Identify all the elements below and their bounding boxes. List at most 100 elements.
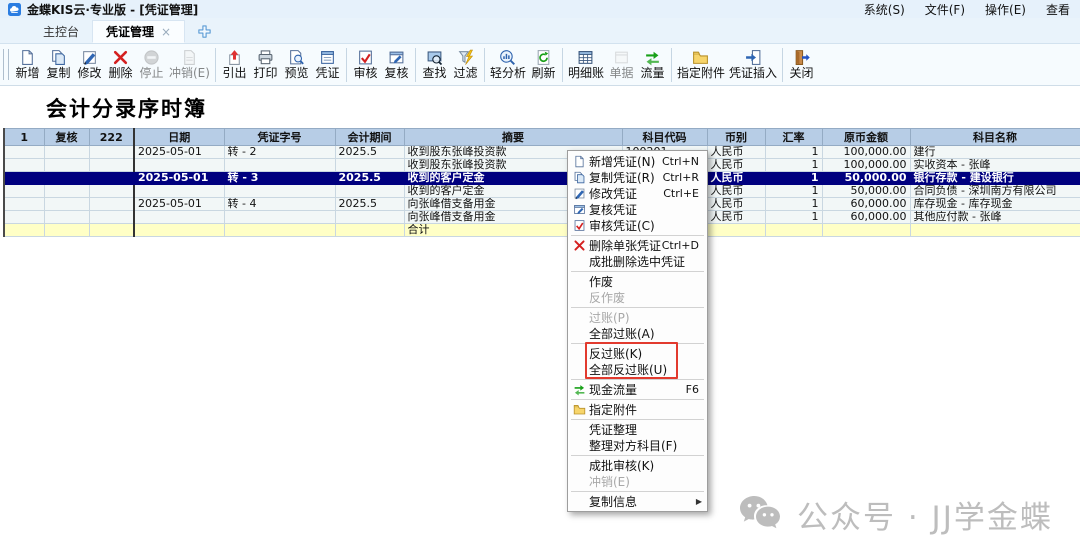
table-cell[interactable] [89,185,134,198]
table-cell[interactable]: 50,000.00 [822,185,910,198]
toolbar-button-find[interactable]: 查找 [419,48,450,81]
context-menu-item[interactable]: 全部过账(A) [568,325,707,341]
toolbar-button-refresh[interactable]: 刷新 [528,48,559,81]
table-row[interactable]: 收到股东张峰投资款4001.04人民币1100,000.00实收资本 - 张峰 [4,159,1080,172]
new-tab-icon[interactable] [197,24,212,39]
table-cell[interactable]: 1 [765,159,822,172]
table-cell[interactable] [44,198,89,211]
table-cell[interactable]: 转 - 4 [224,198,335,211]
table-row[interactable]: 收到的客户定金人民币150,000.00合同负债 - 深圳南方有限公司 [4,185,1080,198]
table-row-selected[interactable]: 2025-05-01转 - 32025.5收到的客户定金人民币150,000.0… [4,172,1080,185]
context-menu-item[interactable]: 反过账(K) [568,345,707,361]
table-cell[interactable]: 1 [765,185,822,198]
table-cell[interactable] [4,185,44,198]
table-cell[interactable]: 人民币 [707,159,765,172]
table-cell[interactable]: 银行存款 - 建设银行 [910,172,1080,185]
table-cell[interactable] [89,172,134,185]
context-menu-item[interactable]: 审核凭证(C) [568,217,707,233]
table-cell[interactable] [89,224,134,237]
toolbar-button-edit[interactable]: 修改 [74,48,105,81]
table-cell[interactable]: 100,000.00 [822,146,910,159]
table-cell[interactable]: 2025.5 [335,146,404,159]
table-cell[interactable]: 1 [765,198,822,211]
table-cell[interactable]: 人民币 [707,185,765,198]
tab-close-icon[interactable]: × [161,25,171,39]
table-cell[interactable] [335,185,404,198]
table-cell[interactable] [4,172,44,185]
table-cell[interactable]: 转 - 2 [224,146,335,159]
table-cell[interactable] [224,159,335,172]
context-menu-item[interactable]: 复核凭证 [568,201,707,217]
table-cell[interactable] [44,185,89,198]
context-menu-item[interactable]: 成批删除选中凭证 [568,253,707,269]
toolbar-button-copy[interactable]: 复制 [43,48,74,81]
menu-view[interactable]: 查看 [1046,1,1070,18]
table-cell[interactable] [44,159,89,172]
toolbar-button-preview[interactable]: 预览 [281,48,312,81]
table-cell[interactable] [224,224,335,237]
table-cell[interactable] [335,211,404,224]
table-cell[interactable]: 2025.5 [335,172,404,185]
context-menu-item[interactable]: 成批审核(K) [568,457,707,473]
table-cell[interactable]: 1 [765,146,822,159]
table-cell[interactable] [4,198,44,211]
toolbar-button-export[interactable]: 引出 [219,48,250,81]
table-cell[interactable] [4,211,44,224]
context-menu-item[interactable]: 复制凭证(R)Ctrl+R [568,169,707,185]
table-cell[interactable] [134,185,224,198]
toolbar-button-doc[interactable]: 新增 [12,48,43,81]
toolbar-button-audit[interactable]: 审核 [350,48,381,81]
table-cell[interactable]: 实收资本 - 张峰 [910,159,1080,172]
toolbar-button-folder[interactable]: 指定附件 [675,48,727,81]
toolbar-button-insert[interactable]: 凭证插入 [727,48,779,81]
table-cell[interactable]: 人民币 [707,211,765,224]
table-cell[interactable]: 合同负债 - 深圳南方有限公司 [910,185,1080,198]
table-cell[interactable]: 1 [765,211,822,224]
context-menu-item[interactable]: 新增凭证(N)Ctrl+N [568,153,707,169]
toolbar-button-voucher[interactable]: 凭证 [312,48,343,81]
menu-system[interactable]: 系统(S) [864,1,905,18]
toolbar-button-print[interactable]: 打印 [250,48,281,81]
tab-voucher-management[interactable]: 凭证管理 × [92,20,185,43]
context-menu-item[interactable]: 现金流量F6 [568,381,707,397]
toolbar-button-analyze[interactable]: 轻分析 [488,48,528,81]
toolbar-button-door[interactable]: 关闭 [786,48,817,81]
table-cell[interactable] [134,224,224,237]
context-menu-item[interactable]: 作废 [568,273,707,289]
table-cell[interactable] [44,211,89,224]
context-menu-item[interactable]: 全部反过账(U) [568,361,707,377]
table-cell[interactable] [224,185,335,198]
menu-operate[interactable]: 操作(E) [985,1,1026,18]
table-cell[interactable] [89,146,134,159]
toolbar-button-review[interactable]: 复核 [381,48,412,81]
table-cell[interactable]: 2025-05-01 [134,172,224,185]
table-cell[interactable]: 60,000.00 [822,211,910,224]
toolbar-button-xmark[interactable]: 删除 [105,48,136,81]
table-row[interactable]: 2025-05-01转 - 42025.5向张峰借支备用金人民币160,000.… [4,198,1080,211]
table-cell[interactable]: 其他应付款 - 张峰 [910,211,1080,224]
table-cell[interactable]: 50,000.00 [822,172,910,185]
context-menu-item[interactable]: 指定附件 [568,401,707,417]
table-cell[interactable] [89,211,134,224]
table-cell[interactable]: 60,000.00 [822,198,910,211]
table-cell[interactable] [4,146,44,159]
table-cell[interactable]: 人民币 [707,172,765,185]
table-cell[interactable]: 1 [765,172,822,185]
table-cell[interactable]: 人民币 [707,198,765,211]
context-menu-item[interactable]: 整理对方科目(F) [568,437,707,453]
toolbar-button-grid[interactable]: 明细账 [566,48,606,81]
table-cell[interactable]: 100,000.00 [822,159,910,172]
table-cell[interactable]: 2025-05-01 [134,198,224,211]
table-cell[interactable] [44,172,89,185]
context-menu-item[interactable]: 复制信息▶ [568,493,707,509]
table-row[interactable]: 2025-05-01转 - 22025.5收到股东张峰投资款100201人民币1… [4,146,1080,159]
toolbar-button-flow[interactable]: 流量 [637,48,668,81]
table-cell[interactable] [89,159,134,172]
toolbar-button-filter[interactable]: 过滤 [450,48,481,81]
context-menu-item[interactable]: 修改凭证Ctrl+E [568,185,707,201]
table-cell[interactable] [134,211,224,224]
table-cell[interactable]: 库存现金 - 库存现金 [910,198,1080,211]
table-cell[interactable] [335,224,404,237]
table-cell[interactable]: 建行 [910,146,1080,159]
table-cell[interactable] [4,159,44,172]
